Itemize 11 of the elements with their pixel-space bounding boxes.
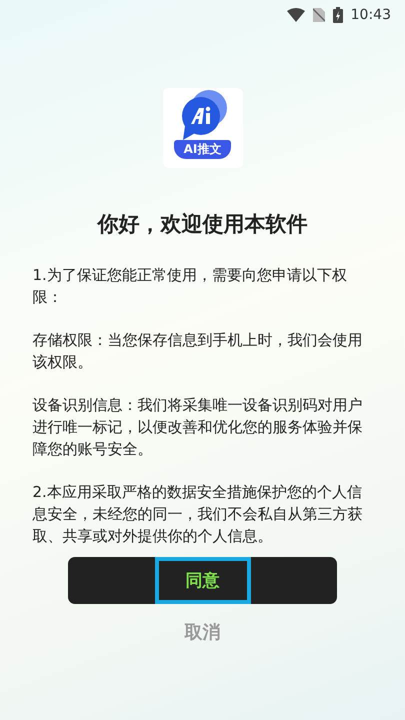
notice-paragraph: 1.为了保证您能正常使用，需要向您申请以下权限： bbox=[32, 265, 348, 308]
welcome-title: 你好，欢迎使用本软件 bbox=[98, 211, 308, 238]
wifi-icon bbox=[286, 8, 305, 22]
logo-label: AI推文 bbox=[174, 140, 232, 159]
battery-charging-icon bbox=[332, 7, 343, 23]
agree-button[interactable]: 同意 bbox=[154, 557, 250, 604]
no-sim-icon bbox=[312, 8, 325, 22]
status-time: 10:43 bbox=[350, 7, 391, 23]
notice-paragraph: 存储权限：当您保存信息到手机上时，我们会使用该权限。 bbox=[32, 330, 364, 373]
notice-paragraph: 2.本应用采取严格的数据安全措施保护您的个人信息安全，未经您的同一，我们不会私自从第三方获取、共享或对外提供你的个人信息。 bbox=[32, 482, 364, 547]
notice-paragraph: 设备识别信息：我们将采集唯一设备识别码对用户进行唯一标记，以便改善和优化您的服务体验并保障您的账号安全。 bbox=[32, 395, 364, 460]
